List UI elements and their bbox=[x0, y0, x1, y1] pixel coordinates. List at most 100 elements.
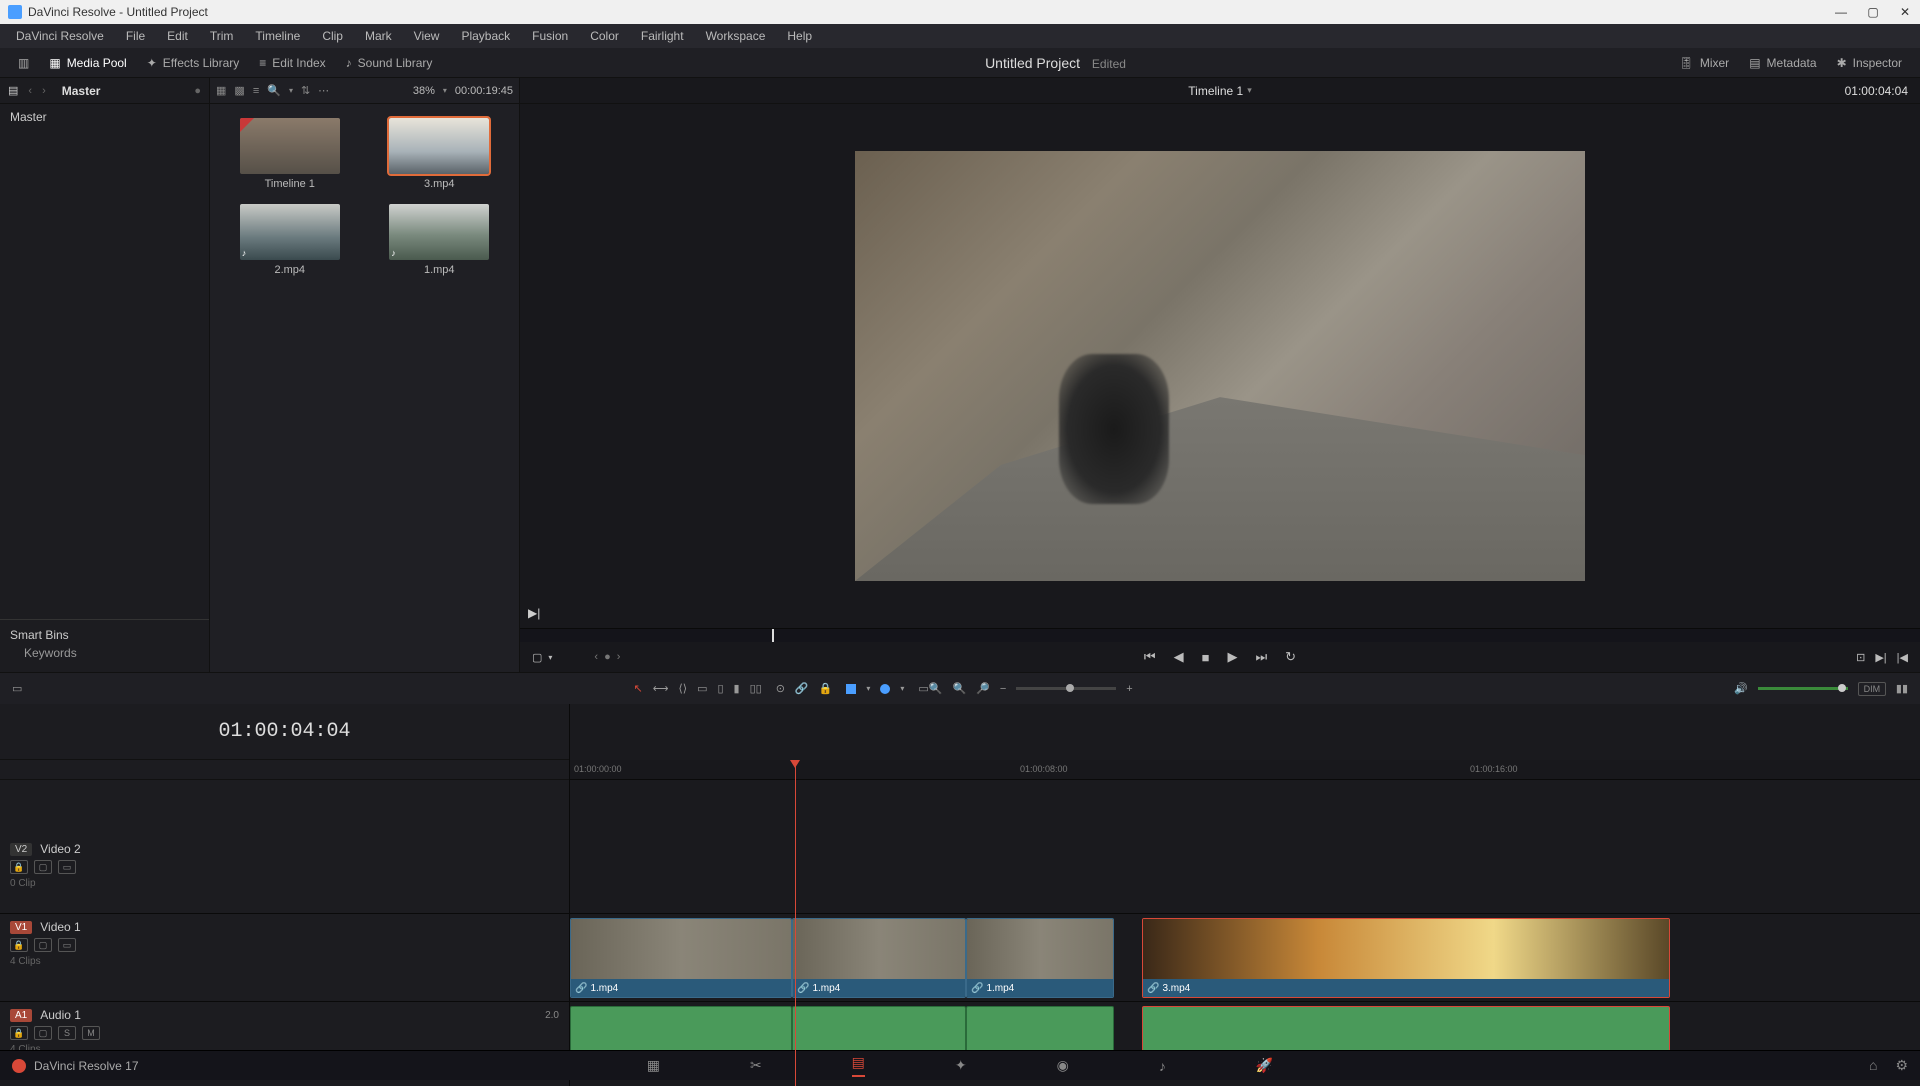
sort-icon[interactable]: ⇅ bbox=[301, 84, 310, 97]
pool-zoom-pct[interactable]: 38% bbox=[413, 85, 435, 97]
menu-playback[interactable]: Playback bbox=[451, 26, 520, 46]
video-clip[interactable]: 🔗1.mp4 bbox=[570, 918, 792, 998]
menu-workspace[interactable]: Workspace bbox=[696, 26, 776, 46]
match-frame-icon[interactable]: ⊡ bbox=[1856, 651, 1865, 664]
play-button[interactable]: ▶ bbox=[1227, 649, 1237, 665]
track-header-v2[interactable]: V2 Video 2 🔒 ▢ ▭ 0 Clip bbox=[0, 836, 569, 914]
volume-icon[interactable]: 🔊 bbox=[1734, 682, 1748, 695]
clip-thumb-1mp4[interactable]: ♪ 1.mp4 bbox=[374, 204, 506, 276]
sound-library-toggle[interactable]: ♪Sound Library bbox=[336, 52, 443, 74]
scrub-bar[interactable] bbox=[520, 628, 1920, 642]
home-icon[interactable]: ⌂ bbox=[1869, 1057, 1877, 1074]
first-frame-button[interactable]: ⏮ bbox=[1144, 649, 1156, 665]
auto-select-icon[interactable]: ▢ bbox=[34, 860, 52, 874]
menu-file[interactable]: File bbox=[116, 26, 155, 46]
timeline-tracks[interactable]: 01:00:00:00 01:00:08:00 01:00:16:00 🔗1.m… bbox=[570, 704, 1920, 1086]
menu-clip[interactable]: Clip bbox=[312, 26, 353, 46]
replace-tool-icon[interactable]: ▯▯ bbox=[750, 682, 762, 695]
loop-button[interactable]: ↻ bbox=[1285, 649, 1296, 665]
snap-icon[interactable]: ⊙ bbox=[776, 682, 785, 695]
menu-help[interactable]: Help bbox=[777, 26, 822, 46]
auto-select-icon[interactable]: ▢ bbox=[34, 1026, 52, 1040]
insert-tool-icon[interactable]: ▯ bbox=[717, 682, 723, 695]
grid-view-icon[interactable]: ▩ bbox=[234, 84, 244, 97]
go-start-icon[interactable]: |◀ bbox=[1897, 651, 1908, 664]
lock-track-icon[interactable]: 🔒 bbox=[10, 938, 28, 952]
fusion-page-icon[interactable]: ✦ bbox=[955, 1057, 967, 1074]
last-frame-button[interactable]: ⏭ bbox=[1255, 649, 1267, 665]
selection-tool-icon[interactable]: ↖ bbox=[633, 682, 642, 695]
menu-mark[interactable]: Mark bbox=[355, 26, 402, 46]
fairlight-page-icon[interactable]: ♪ bbox=[1159, 1058, 1166, 1074]
timeline-dropdown-icon[interactable]: ▾ bbox=[1247, 85, 1252, 96]
track-header-v1[interactable]: V1 Video 1 🔒 ▢ ▭ 4 Clips bbox=[0, 914, 569, 1002]
cut-page-icon[interactable]: ✂ bbox=[750, 1057, 762, 1074]
menu-edit[interactable]: Edit bbox=[157, 26, 198, 46]
blade-tool-icon[interactable]: ▭ bbox=[697, 682, 707, 695]
marker-icon[interactable] bbox=[880, 684, 890, 694]
edit-index-toggle[interactable]: ≡Edit Index bbox=[249, 52, 335, 74]
close-button[interactable]: ✕ bbox=[1898, 5, 1912, 19]
chevron-left-icon[interactable]: ‹ bbox=[28, 85, 32, 97]
video-clip[interactable]: 🔗1.mp4 bbox=[966, 918, 1114, 998]
dynamic-trim-icon[interactable]: ⟨⟩ bbox=[678, 682, 687, 695]
keywords-item[interactable]: Keywords bbox=[10, 642, 199, 664]
menu-color[interactable]: Color bbox=[580, 26, 629, 46]
thumb-view-icon[interactable]: ▦ bbox=[216, 84, 226, 97]
search-icon[interactable]: 🔍 bbox=[267, 84, 281, 97]
settings-icon[interactable]: ⚙ bbox=[1895, 1057, 1908, 1074]
metadata-toggle[interactable]: ▤Metadata bbox=[1739, 52, 1826, 74]
dim-button[interactable]: DIM bbox=[1858, 682, 1886, 696]
track-lane-v2[interactable] bbox=[570, 836, 1920, 914]
edit-page-icon[interactable]: ▤ bbox=[852, 1054, 865, 1077]
link-icon[interactable]: 🔗 bbox=[795, 682, 809, 695]
video-clip[interactable]: 🔗1.mp4 bbox=[792, 918, 966, 998]
timeline-view-options-icon[interactable]: ▭ bbox=[12, 682, 32, 696]
menu-timeline[interactable]: Timeline bbox=[245, 26, 310, 46]
lock-track-icon[interactable]: 🔒 bbox=[10, 1026, 28, 1040]
lock-track-icon[interactable]: 🔒 bbox=[10, 860, 28, 874]
menu-fusion[interactable]: Fusion bbox=[522, 26, 578, 46]
clip-thumb-3mp4[interactable]: 3.mp4 bbox=[374, 118, 506, 190]
mixer-toggle[interactable]: 🎚Mixer bbox=[1669, 52, 1740, 74]
volume-slider[interactable] bbox=[1758, 687, 1848, 690]
zoom-slider[interactable] bbox=[1016, 687, 1116, 690]
viewer-timeline-name[interactable]: Timeline 1 bbox=[1188, 84, 1243, 98]
menu-trim[interactable]: Trim bbox=[200, 26, 244, 46]
track-badge-v2[interactable]: V2 bbox=[10, 843, 32, 856]
media-pool-toggle[interactable]: ▦Media Pool bbox=[39, 52, 136, 74]
next-edit-icon[interactable]: › bbox=[617, 651, 621, 663]
track-lane-v1[interactable]: 🔗1.mp4🔗1.mp4🔗1.mp4🔗3.mp4 bbox=[570, 914, 1920, 1002]
trim-tool-icon[interactable]: ⟷ bbox=[653, 682, 669, 695]
zoom-out-icon[interactable]: − bbox=[1000, 683, 1006, 695]
menu-view[interactable]: View bbox=[404, 26, 450, 46]
marker-chevron-icon[interactable]: ▾ bbox=[900, 684, 904, 693]
flag-icon[interactable] bbox=[846, 684, 856, 694]
color-page-icon[interactable]: ◉ bbox=[1057, 1057, 1069, 1074]
stop-button[interactable]: ■ bbox=[1202, 650, 1210, 665]
prev-frame-button[interactable]: ◀ bbox=[1174, 649, 1184, 665]
disable-track-icon[interactable]: ▭ bbox=[58, 938, 76, 952]
effects-library-toggle[interactable]: ✦Effects Library bbox=[137, 52, 250, 74]
scrub-marker[interactable] bbox=[772, 629, 774, 642]
zoom-chevron-icon[interactable]: ▾ bbox=[443, 86, 447, 95]
maximize-button[interactable]: ▢ bbox=[1866, 5, 1880, 19]
auto-select-icon[interactable]: ▢ bbox=[34, 938, 52, 952]
bin-dot-icon[interactable]: ● bbox=[194, 85, 201, 97]
zoom-in-icon[interactable]: + bbox=[1126, 683, 1132, 695]
chevron-down-icon[interactable]: ▾ bbox=[289, 86, 293, 95]
solo-button[interactable]: S bbox=[58, 1026, 76, 1040]
timeline-ruler[interactable]: 01:00:00:00 01:00:08:00 01:00:16:00 bbox=[570, 760, 1920, 780]
go-end-icon[interactable]: ▶| bbox=[1875, 651, 1886, 664]
crop-icon[interactable]: ▢ bbox=[532, 651, 542, 664]
list-view-icon[interactable]: ≡ bbox=[253, 85, 259, 97]
overwrite-tool-icon[interactable]: ▮ bbox=[734, 682, 740, 695]
menu-davinci[interactable]: DaVinci Resolve bbox=[6, 26, 114, 46]
track-badge-v1[interactable]: V1 bbox=[10, 921, 32, 934]
bin-list-icon[interactable]: ▤ bbox=[8, 84, 18, 97]
more-icon[interactable]: ⋯ bbox=[318, 84, 329, 97]
mute-button[interactable]: M bbox=[82, 1026, 100, 1040]
bin-root-item[interactable]: Master bbox=[10, 110, 199, 124]
media-page-icon[interactable]: ▦ bbox=[647, 1057, 660, 1074]
chevron-right-icon[interactable]: › bbox=[42, 85, 46, 97]
